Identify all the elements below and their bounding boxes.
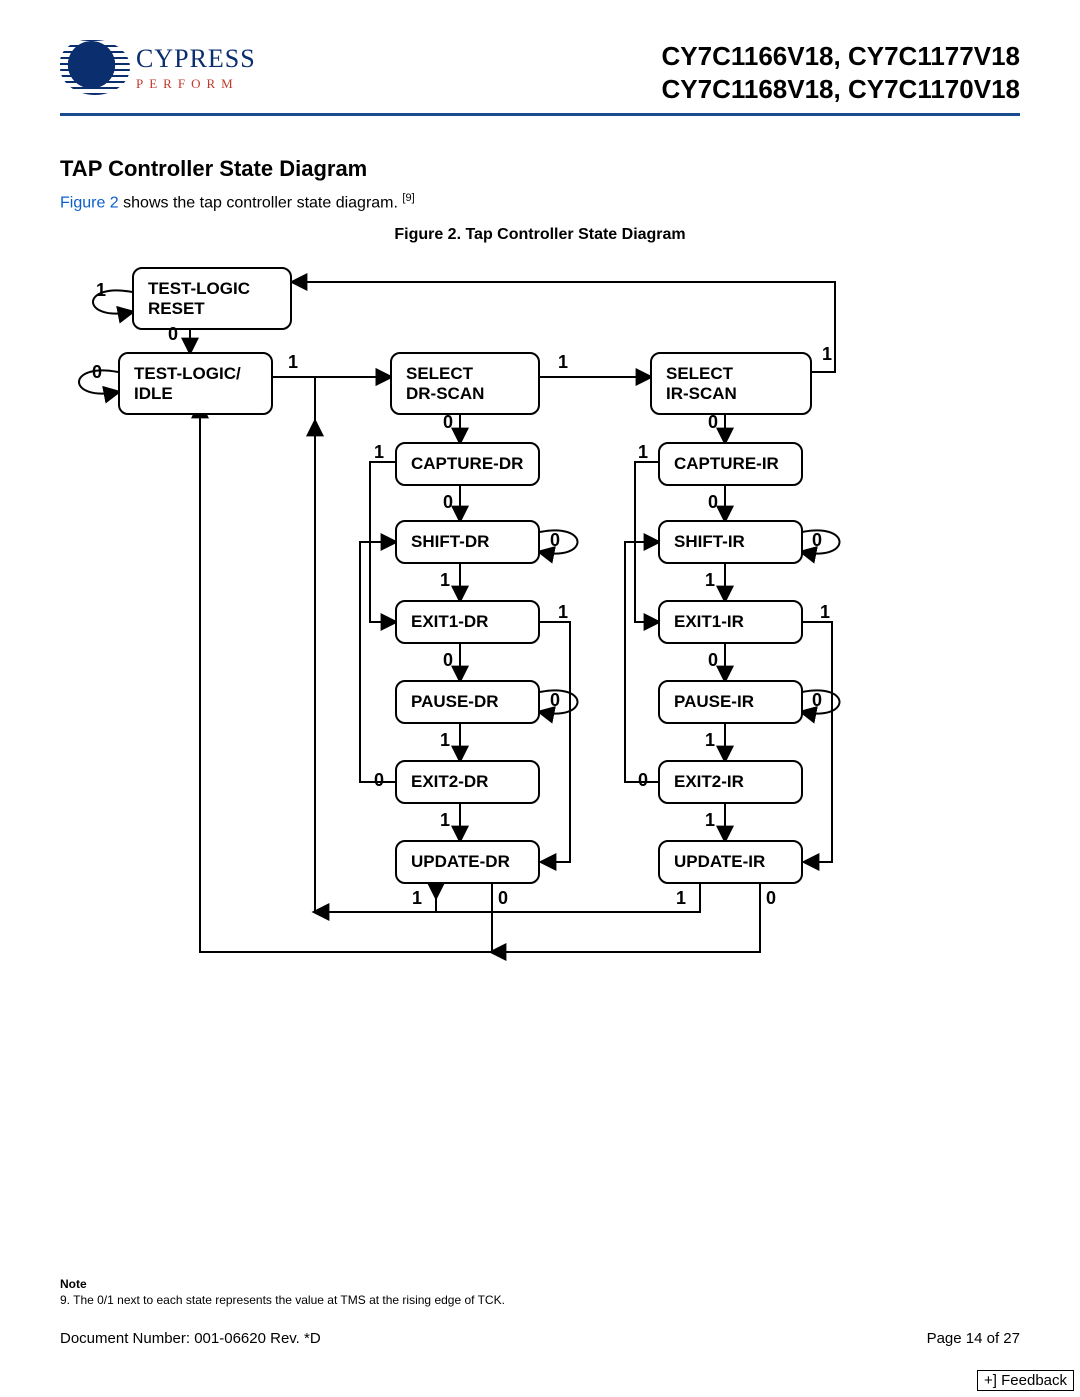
edge-shiftdr-exit1dr: 1 [440,570,450,591]
edge-exit2ir-updateir: 1 [705,810,715,831]
logo-globe-icon [60,40,130,95]
state-exit2-ir: EXIT2-IR [658,760,803,804]
edge-pauseir-exit2ir: 1 [705,730,715,751]
edge-pauseir-self: 0 [812,690,822,711]
edge-capdr-exit1dr: 1 [374,442,384,463]
edge-selir-tlr: 1 [822,344,832,365]
edge-updatedr-seldr: 1 [412,888,422,909]
page-number: Page 14 of 27 [927,1330,1020,1347]
parts-line-2: CY7C1168V18, CY7C1170V18 [662,73,1021,106]
state-exit1-ir: EXIT1-IR [658,600,803,644]
edge-shiftir-exit1ir: 1 [705,570,715,591]
state-shift-ir: SHIFT-IR [658,520,803,564]
edge-exit1dr-pausedr: 0 [443,650,453,671]
state-exit1-dr: EXIT1-DR [395,600,540,644]
note-heading: Note [60,1277,505,1291]
edge-capdr-shiftdr: 0 [443,492,453,513]
feedback-button[interactable]: +] Feedback [977,1370,1074,1391]
state-capture-ir: CAPTURE-IR [658,442,803,486]
doc-number: Document Number: 001-06620 Rev. *D [60,1330,321,1347]
state-select-dr-scan: SELECTDR-SCAN [390,352,540,415]
intro-rest: shows the tap controller state diagram. [119,194,403,211]
section-title: TAP Controller State Diagram [60,156,1020,182]
edge-exit2dr-shiftdr: 0 [374,770,384,791]
state-capture-dr: CAPTURE-DR [395,442,540,486]
part-numbers: CY7C1166V18, CY7C1177V18 CY7C1168V18, CY… [662,40,1021,105]
state-shift-dr: SHIFT-DR [395,520,540,564]
state-update-ir: UPDATE-IR [658,840,803,884]
edge-selir-capir: 0 [708,412,718,433]
edge-capir-shiftir: 0 [708,492,718,513]
state-update-dr: UPDATE-DR [395,840,540,884]
edge-shiftir-self: 0 [812,530,822,551]
state-run-test-idle: TEST-LOGIC/IDLE [118,352,273,415]
state-test-logic-reset: TEST-LOGICRESET [132,267,292,330]
edge-exit1ir-pauseir: 0 [708,650,718,671]
state-pause-dr: PAUSE-DR [395,680,540,724]
note-text: 9. The 0/1 next to each state represents… [60,1293,505,1307]
tap-state-diagram: TEST-LOGICRESET TEST-LOGIC/IDLE SELECTDR… [60,252,1020,1012]
page-footer: Document Number: 001-06620 Rev. *D Page … [60,1330,1020,1347]
edge-capir-exit1ir: 1 [638,442,648,463]
edge-tlr-rti: 0 [168,324,178,345]
edge-updateir-seldr: 1 [676,888,686,909]
edge-pausedr-self: 0 [550,690,560,711]
edge-seldr-capdr: 0 [443,412,453,433]
edge-updateir-rti: 0 [766,888,776,909]
page-header: CYPRESS PERFORM CY7C1166V18, CY7C1177V18… [60,40,1020,116]
logo-name: CYPRESS [136,44,256,74]
edge-rti-seldr: 1 [288,352,298,373]
state-exit2-dr: EXIT2-DR [395,760,540,804]
figure-link[interactable]: Figure 2 [60,194,119,211]
edge-exit2dr-updatedr: 1 [440,810,450,831]
edge-seldr-selir: 1 [558,352,568,373]
edge-exit1dr-updatedr: 1 [558,602,568,623]
intro-line: Figure 2 shows the tap controller state … [60,192,1020,212]
figure-caption: Figure 2. Tap Controller State Diagram [60,226,1020,244]
intro-superscript: [9] [402,192,414,204]
edge-tlr-self: 1 [96,280,106,301]
edge-updatedr-rti: 0 [498,888,508,909]
logo: CYPRESS PERFORM [60,40,256,95]
logo-tagline: PERFORM [136,76,256,92]
state-pause-ir: PAUSE-IR [658,680,803,724]
edge-exit2ir-shiftir: 0 [638,770,648,791]
edge-pausedr-exit2dr: 1 [440,730,450,751]
state-select-ir-scan: SELECTIR-SCAN [650,352,812,415]
note-block: Note 9. The 0/1 next to each state repre… [60,1277,505,1307]
logo-text: CYPRESS PERFORM [136,44,256,92]
parts-line-1: CY7C1166V18, CY7C1177V18 [662,40,1021,73]
edge-shiftdr-self: 0 [550,530,560,551]
edge-rti-self: 0 [92,362,102,383]
edge-exit1ir-updateir: 1 [820,602,830,623]
